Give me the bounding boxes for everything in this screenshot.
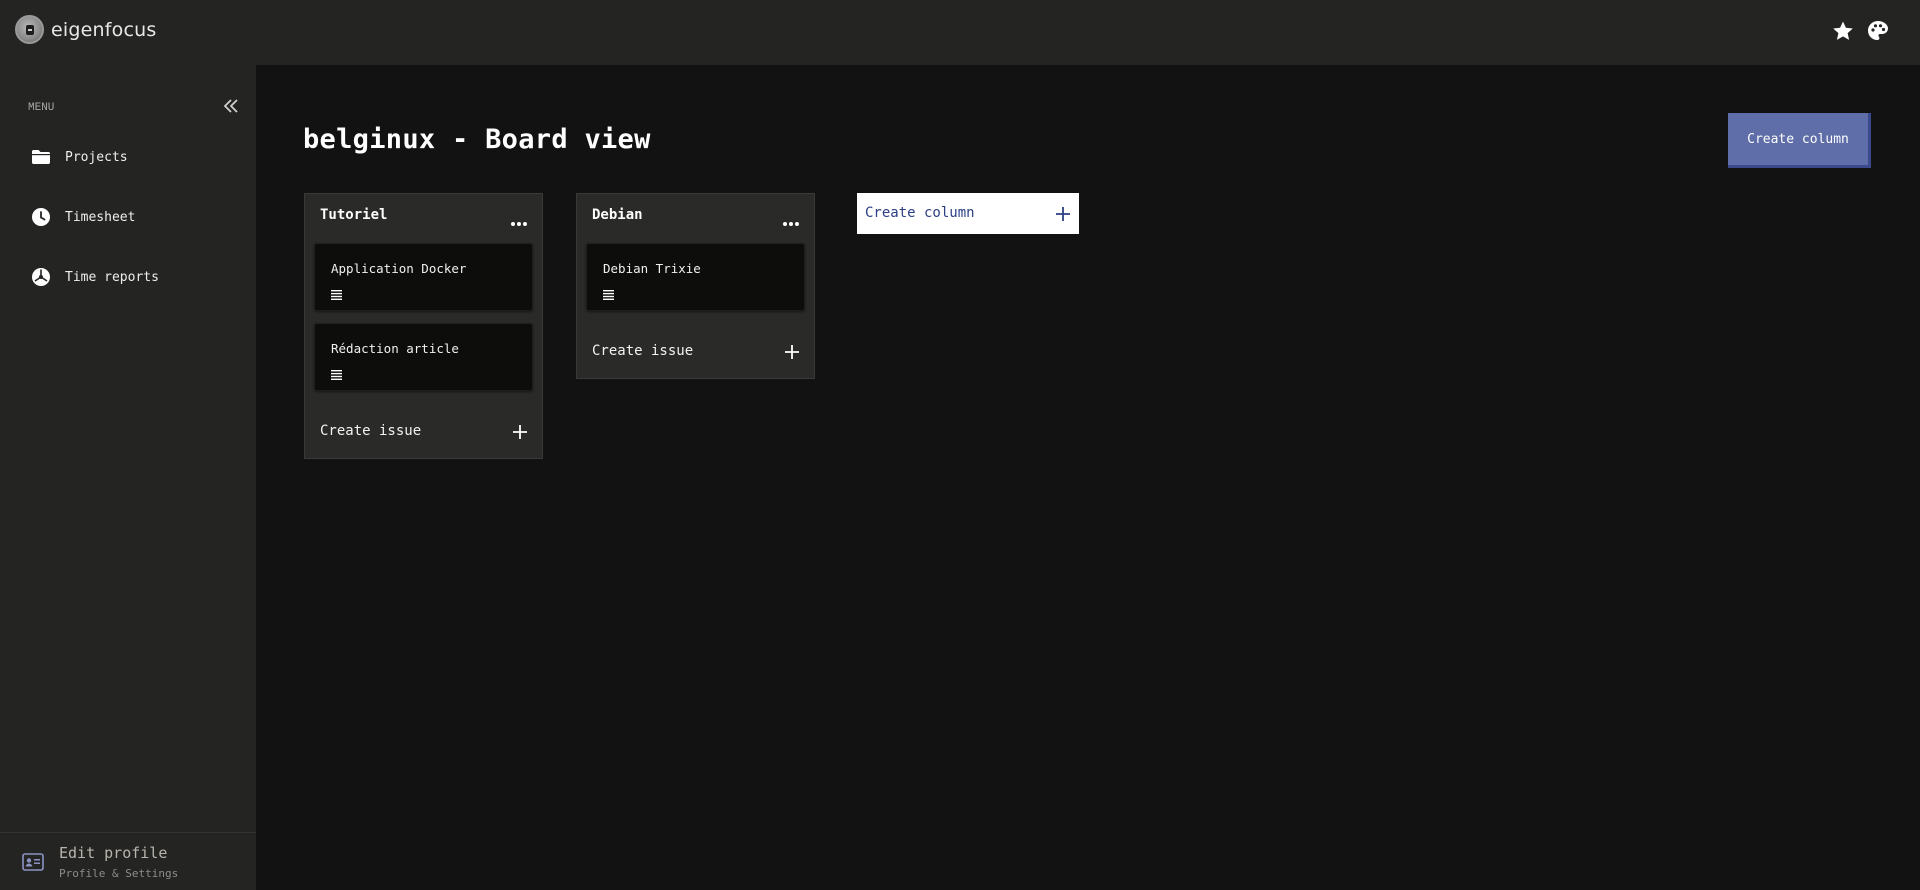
issue-card[interactable]: Application Docker [314,243,533,311]
id-card-icon [22,853,44,871]
plus-icon [513,424,527,439]
plus-icon [785,344,799,359]
sidebar: MENU Projects Timesheet Time reports Edi… [0,65,256,890]
create-issue-button[interactable]: Create issue [577,331,814,371]
edit-profile-subtitle: Profile & Settings [59,867,179,880]
sidebar-item-label: Projects [65,149,128,165]
edit-profile-link[interactable]: Edit profile Profile & Settings [0,832,256,890]
create-issue-label: Create issue [592,343,694,359]
board-column-tutoriel: Tutoriel Application Docker Rédaction ar… [304,193,543,459]
plus-icon [1056,206,1070,221]
edit-profile-title: Edit profile [59,844,168,862]
folder-icon [31,147,51,167]
double-chevron-left-icon[interactable] [220,95,242,117]
create-column-inline-button[interactable]: Create column [857,193,1079,234]
issue-title: Debian Trixie [603,261,701,276]
star-icon[interactable] [1831,19,1855,43]
sidebar-item-time-reports[interactable]: Time reports [0,255,256,299]
create-issue-button[interactable]: Create issue [305,411,542,451]
brand-name: eigenfocus [51,18,157,41]
brand[interactable]: eigenfocus [15,15,156,44]
menu-label: MENU [28,102,55,114]
page-title: belginux - Board view [303,124,651,155]
issue-title: Application Docker [331,261,467,276]
eigenfocus-logo-icon [15,15,44,44]
create-issue-label: Create issue [320,423,422,439]
more-options-icon[interactable] [782,212,800,226]
column-title: Tutoriel [320,207,388,223]
create-column-inline-label: Create column [865,205,975,221]
top-bar: eigenfocus [0,0,1920,65]
sidebar-item-label: Time reports [65,269,159,285]
sidebar-item-timesheet[interactable]: Timesheet [0,195,256,239]
create-column-button[interactable]: Create column [1728,113,1871,168]
sidebar-item-projects[interactable]: Projects [0,135,256,179]
description-icon [603,285,614,300]
more-options-icon[interactable] [510,212,528,226]
clock-icon [31,207,51,227]
board-column-debian: Debian Debian Trixie Create issue [576,193,815,379]
chart-pie-icon [31,267,51,287]
description-icon [331,365,342,380]
sidebar-item-label: Timesheet [65,209,136,225]
description-icon [331,285,342,300]
issue-card[interactable]: Rédaction article [314,323,533,391]
palette-icon[interactable] [1866,19,1890,43]
issue-title: Rédaction article [331,341,459,356]
issue-card[interactable]: Debian Trixie [586,243,805,311]
column-title: Debian [592,207,643,223]
